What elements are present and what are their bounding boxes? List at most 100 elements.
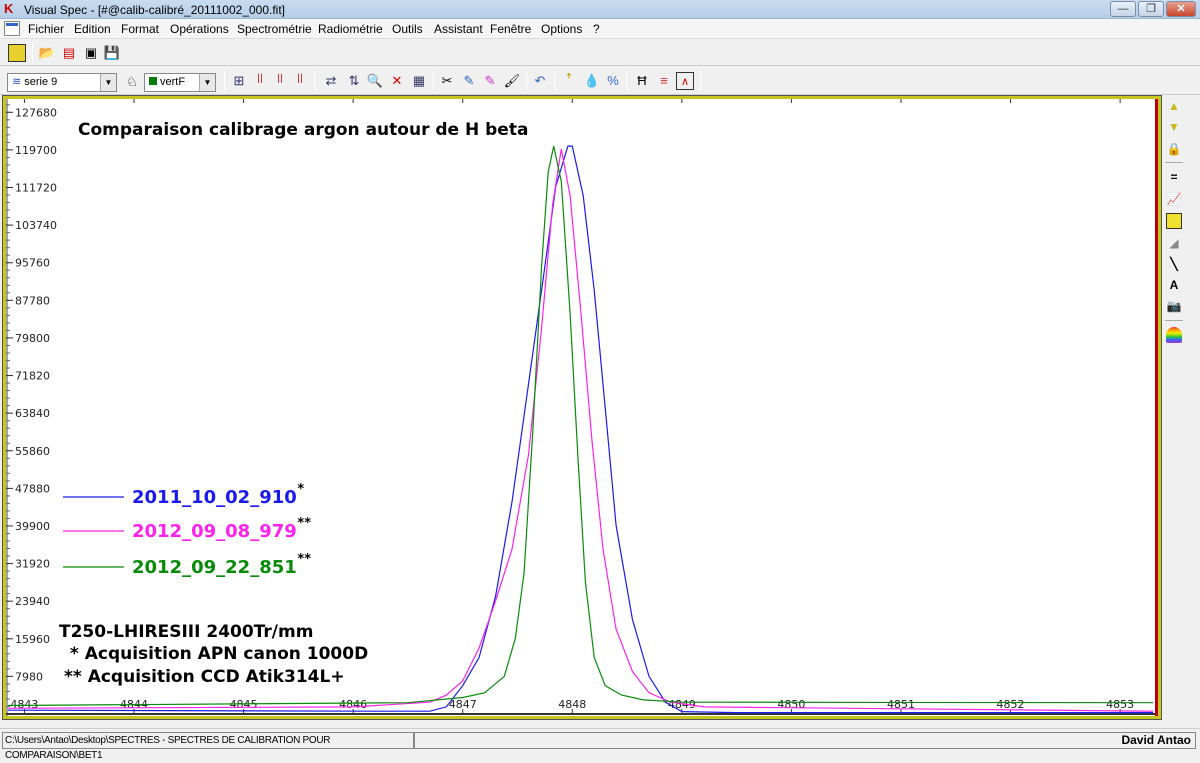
chevron-down-icon[interactable]: ▼: [199, 74, 215, 91]
open-image-icon[interactable]: ▣: [82, 44, 100, 62]
y-tick-label: 119700: [15, 144, 57, 157]
y-axis: 7980 15960 23940 31920 39900 47880 55860 63840 7…: [6, 99, 57, 716]
toolbar-separator: [1165, 162, 1183, 163]
y-tick-label: 7980: [15, 670, 43, 683]
scroll-up-icon[interactable]: ▲: [1166, 98, 1182, 114]
save-icon[interactable]: 💾: [103, 44, 121, 62]
series-icon: ≋: [12, 76, 25, 88]
menu-fenetre[interactable]: Fenêtre: [490, 22, 531, 36]
menu-edition[interactable]: Edition: [74, 22, 111, 36]
frame-select-icon[interactable]: [1166, 213, 1182, 229]
annotation-spectrograph: T250-LHIRESIII 2400Tr/mm: [59, 622, 313, 642]
cut-icon[interactable]: ✂: [438, 72, 456, 90]
pen-edit-icon[interactable]: ✎: [460, 72, 478, 90]
annotation-apn: * Acquisition APN canon 1000D: [64, 644, 368, 664]
color-select[interactable]: vertF ▼: [144, 73, 216, 92]
x-tick-label: 4853: [1106, 698, 1134, 711]
series-select-value: serie 9: [24, 76, 58, 88]
lock-icon[interactable]: 🔒: [1166, 141, 1182, 157]
y-tick-label: 71820: [15, 370, 50, 383]
paint-icon[interactable]: ♘: [123, 73, 141, 91]
y-tick-label: 23940: [15, 595, 50, 608]
menu-spectrometrie[interactable]: Spectrométrie: [237, 22, 312, 36]
menu-format[interactable]: Format: [121, 22, 159, 36]
annotation-ccd: ** Acquisition CCD Atik314L+: [64, 667, 345, 687]
y-tick-label: 127680: [15, 106, 57, 119]
zoom-icon[interactable]: 🔍: [366, 72, 384, 90]
line-draw-icon[interactable]: ╲: [1166, 256, 1182, 272]
chevron-down-icon[interactable]: ▼: [100, 74, 116, 91]
app-logo-icon: K: [4, 1, 14, 16]
toolbar-separator: [700, 71, 701, 91]
toolbar-separator: [314, 71, 315, 91]
toolbar-separator: [224, 71, 225, 91]
menu-help[interactable]: ?: [593, 22, 600, 36]
menu-bar: Fichier Edition Format Opérations Spectr…: [0, 19, 1200, 55]
window-settings-icon[interactable]: ▦: [410, 72, 428, 90]
horizontal-scale-icon[interactable]: ⇄: [322, 72, 340, 90]
y-tick-label: 95760: [15, 257, 50, 270]
display-settings-icon[interactable]: ⊞: [230, 72, 248, 90]
spectrum-3-icon[interactable]: ꟾꟾ: [291, 72, 309, 90]
y-tick-label: 31920: [15, 558, 50, 571]
spectrum-1-icon[interactable]: ꟾꟾ: [251, 72, 269, 90]
vertical-scale-icon[interactable]: ⇅: [345, 72, 363, 90]
y-tick-label: 39900: [15, 520, 50, 533]
toolbar-separator: [626, 71, 627, 91]
equals-icon[interactable]: =: [1166, 169, 1182, 185]
percent-icon[interactable]: %: [604, 72, 622, 90]
file-path: C:\Users\Antao\Desktop\SPECTRES - SPECTR…: [2, 732, 414, 761]
spectrum-2-icon[interactable]: ꟾꟾ: [271, 72, 289, 90]
gradient-icon[interactable]: ◢: [1166, 235, 1182, 251]
open-spectrum-icon[interactable]: ▤: [60, 44, 78, 62]
spectrum-plot-area[interactable]: 7980 15960 23940 31920 39900 47880 55860 63840 7…: [6, 99, 1158, 716]
document-icon[interactable]: [4, 21, 20, 36]
title-bar: K Visual Spec - [#@calib-calibré_2011100…: [0, 0, 1200, 19]
y-tick-label: 63840: [15, 407, 50, 420]
pen-continuum-icon[interactable]: ✎: [481, 72, 499, 90]
toolbar-separator: [433, 71, 434, 91]
x-tick-label: 4852: [997, 698, 1025, 711]
x-tick-label: 4846: [339, 698, 367, 711]
scroll-down-icon[interactable]: ▼: [1166, 119, 1182, 135]
normalize-icon[interactable]: ꜛ: [560, 72, 578, 90]
text-tool-icon[interactable]: A: [1166, 277, 1182, 293]
y-tick-label: 103740: [15, 219, 57, 232]
x-tick-label: 4850: [777, 698, 805, 711]
panel-toggle-icon[interactable]: [8, 44, 26, 62]
menu-radiometrie[interactable]: Radiométrie: [318, 22, 383, 36]
menu-assistant[interactable]: Assistant: [434, 22, 483, 36]
profile-frame-icon[interactable]: ∧: [676, 72, 694, 90]
rainbow-icon[interactable]: [1166, 327, 1182, 343]
calibration-icon[interactable]: ≡: [655, 72, 673, 90]
header-info-icon[interactable]: Ħ: [633, 72, 651, 90]
menu-options[interactable]: Options: [541, 22, 582, 36]
legend-label: 2012_09_22_851: [132, 557, 297, 578]
menu-fichier[interactable]: Fichier: [28, 22, 64, 36]
legend-suffix: *: [297, 482, 304, 497]
series-select[interactable]: ≋ serie 9 ▼: [7, 73, 117, 92]
author-name: David Antao: [414, 732, 1196, 749]
close-button[interactable]: ✕: [1166, 1, 1196, 17]
open-folder-icon[interactable]: 📂: [38, 44, 56, 62]
chart-title: Comparaison calibrage argon autour de H …: [78, 120, 528, 140]
water-drop-icon[interactable]: 💧: [583, 72, 601, 90]
minimize-button[interactable]: —: [1110, 1, 1136, 17]
color-swatch: [149, 77, 157, 85]
y-tick-label: 47880: [15, 482, 50, 495]
zoom-reset-icon[interactable]: ✕: [388, 72, 406, 90]
y-tick-label: 55860: [15, 445, 50, 458]
legend-label: 2012_09_08_979: [132, 521, 297, 542]
menu-operations[interactable]: Opérations: [170, 22, 229, 36]
window-title: Visual Spec - [#@calib-calibré_20111002_…: [24, 3, 286, 17]
spectrum-profile-icon[interactable]: 📈: [1166, 191, 1182, 207]
camera-icon[interactable]: 📷: [1166, 298, 1182, 314]
restore-button[interactable]: ❐: [1138, 1, 1164, 17]
menu-outils[interactable]: Outils: [392, 22, 423, 36]
toolbar-separator: [526, 71, 527, 91]
brush-icon[interactable]: 🖌: [503, 72, 521, 90]
legend-label: 2011_10_02_910: [132, 487, 297, 508]
y-tick-label: 15960: [15, 633, 50, 646]
x-tick-label: 4847: [449, 698, 477, 711]
undo-spectrum-icon[interactable]: ↶: [531, 72, 549, 90]
